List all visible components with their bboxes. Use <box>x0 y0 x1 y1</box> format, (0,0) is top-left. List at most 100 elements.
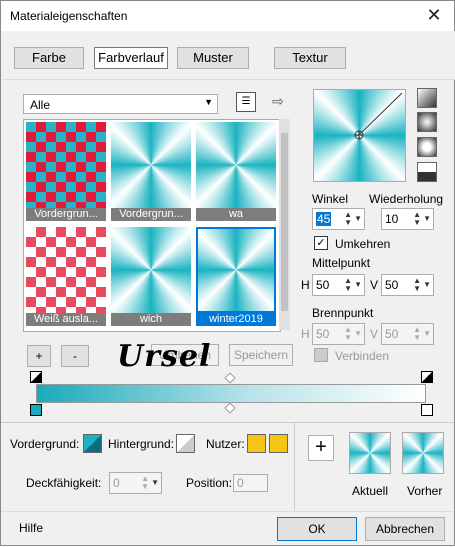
gradient-preview[interactable] <box>313 89 406 182</box>
dialog-footer: Hilfe OK Abbrechen <box>1 511 454 547</box>
brenn-h-value: 50 <box>316 327 330 341</box>
gradient-stop-end[interactable] <box>421 404 433 416</box>
brennpunkt-label: Brennpunkt <box>312 306 374 320</box>
vordergrund-label: Vordergrund: <box>10 437 80 451</box>
gradient-marker-top-left[interactable] <box>30 371 42 383</box>
chevron-down-icon[interactable]: ▼ <box>423 280 431 289</box>
wiederholung-label: Wiederholung <box>369 192 444 206</box>
up-down-arrows-icon: ▲ ▼ <box>141 474 149 491</box>
umkehren-checkbox[interactable]: ✓ <box>314 236 328 250</box>
up-down-arrows-icon[interactable]: ▲ ▼ <box>344 211 352 227</box>
gradient-thumbnail <box>111 227 191 313</box>
mittel-h-value: 50 <box>316 278 330 292</box>
chevron-down-icon[interactable]: ▼ <box>423 214 431 223</box>
nutzer-label: Nutzer: <box>206 437 245 451</box>
gradient-grid: Vordergrun... Vordergrun... wa Weiß ausl… <box>23 119 281 332</box>
gradient-label: Vordergrun... <box>26 208 106 221</box>
foreground-swatch[interactable] <box>83 434 102 453</box>
tab-bar: Farbe Farbverlauf Muster Textur <box>2 31 455 80</box>
user-color-swatch-2[interactable] <box>269 434 288 453</box>
brenn-v-spinner: 50 ▲ ▼ ▼ <box>381 323 434 345</box>
mittel-v-spinner[interactable]: 50 ▲ ▼ ▼ <box>381 274 434 296</box>
mittel-h-label: H <box>301 278 310 292</box>
gradient-style-sunburst-icon[interactable] <box>417 137 437 157</box>
gradient-editor-bar[interactable] <box>36 384 426 403</box>
position-input: 0 <box>233 474 268 492</box>
up-down-arrows-icon[interactable]: ▲ ▼ <box>413 277 421 293</box>
gradient-marker-top-right[interactable] <box>421 371 433 383</box>
scrollbar-thumb[interactable] <box>281 133 288 311</box>
current-gradient-preview[interactable] <box>349 432 391 474</box>
close-icon[interactable]: ✕ <box>424 5 444 25</box>
gradient-label: Weiß ausla... <box>26 313 106 326</box>
gradient-item[interactable]: Vordergrun... <box>26 122 106 221</box>
grid-scrollbar[interactable] <box>279 119 290 330</box>
cancel-button[interactable]: Abbrechen <box>365 517 445 541</box>
deckfaehigkeit-label: Deckfähigkeit: <box>26 476 102 490</box>
winkel-spinner[interactable]: 45 ▲ ▼ ▼ <box>312 208 365 230</box>
gradient-item[interactable]: Vordergrun... <box>111 122 191 221</box>
gradient-label: Vordergrun... <box>111 208 191 221</box>
chevron-down-icon: ▼ <box>423 329 431 338</box>
mittel-v-value: 50 <box>385 278 399 292</box>
gradient-stop-start[interactable] <box>30 404 42 416</box>
position-value: 0 <box>237 476 244 490</box>
arrow-right-icon[interactable]: ⇨ <box>269 92 287 110</box>
opacity-value: 0 <box>113 476 120 490</box>
color-settings-area: Vordergrund: Hintergrund: Nutzer: Deckfä… <box>1 422 454 511</box>
gradient-item[interactable]: wich <box>111 227 191 326</box>
gradient-thumbnail <box>26 227 106 313</box>
category-select-value: Alle <box>30 98 51 112</box>
vorher-label: Vorher <box>407 484 443 498</box>
chevron-down-icon[interactable]: ▼ <box>354 214 362 223</box>
gradient-style-rectangular-icon[interactable] <box>417 112 437 132</box>
gradient-label: winter2019 <box>196 313 276 326</box>
ok-button[interactable]: OK <box>277 517 357 541</box>
wiederholung-value: 10 <box>385 212 399 226</box>
brenn-v-label: V <box>370 327 379 341</box>
remove-gradient-button[interactable]: - <box>61 345 89 367</box>
gradient-item[interactable]: Weiß ausla... <box>26 227 106 326</box>
up-down-arrows-icon: ▲ ▼ <box>413 325 421 342</box>
up-down-arrows-icon[interactable]: ▲ ▼ <box>344 277 352 293</box>
wiederholung-spinner[interactable]: 10 ▲ ▼ ▼ <box>381 208 434 230</box>
gradient-thumbnail <box>26 122 106 208</box>
angle-handle-icon <box>354 92 403 140</box>
mittel-v-label: V <box>370 278 379 292</box>
tab-textur[interactable]: Textur <box>274 47 346 69</box>
gradient-style-linear-icon[interactable] <box>417 88 437 108</box>
add-gradient-button[interactable]: + <box>27 345 51 367</box>
chevron-down-icon: ▼ <box>204 97 213 107</box>
user-color-swatch-1[interactable] <box>247 434 266 453</box>
gradient-thumbnail <box>196 227 276 313</box>
divider <box>294 423 295 511</box>
watermark-text: Ursel <box>117 339 212 374</box>
mittelpunkt-label: Mittelpunkt <box>312 256 371 270</box>
mittel-h-spinner[interactable]: 50 ▲ ▼ ▼ <box>312 274 365 296</box>
up-down-arrows-icon: ▲ ▼ <box>344 325 352 342</box>
gradient-thumbnail <box>111 122 191 208</box>
brenn-h-label: H <box>301 327 310 341</box>
hilfe-link[interactable]: Hilfe <box>19 521 43 535</box>
tab-farbe[interactable]: Farbe <box>14 47 84 69</box>
tab-farbverlauf[interactable]: Farbverlauf <box>94 47 168 69</box>
gradient-item[interactable]: wa <box>196 122 276 221</box>
winkel-value: 45 <box>316 212 332 226</box>
brenn-h-spinner: 50 ▲ ▼ ▼ <box>312 323 365 345</box>
brenn-v-value: 50 <box>385 327 399 341</box>
gradient-item-selected[interactable]: winter2019 <box>196 227 276 326</box>
tab-muster[interactable]: Muster <box>177 47 249 69</box>
library-options-icon[interactable]: ☰ <box>236 92 256 112</box>
material-properties-dialog: Materialeigenschaften ✕ Farbe Farbverlau… <box>0 0 455 546</box>
verbinden-label: Verbinden <box>335 349 390 363</box>
chevron-down-icon[interactable]: ▼ <box>354 280 362 289</box>
gradient-style-radial-icon[interactable] <box>417 162 437 182</box>
previous-gradient-preview[interactable] <box>402 432 444 474</box>
gradient-thumbnail <box>196 122 276 208</box>
add-to-library-button[interactable]: + <box>308 435 334 461</box>
chevron-down-icon: ▼ <box>151 478 159 487</box>
winkel-label: Winkel <box>312 192 349 206</box>
background-swatch[interactable] <box>176 434 195 453</box>
category-select[interactable]: Alle ▼ <box>23 94 218 114</box>
up-down-arrows-icon[interactable]: ▲ ▼ <box>413 211 421 227</box>
